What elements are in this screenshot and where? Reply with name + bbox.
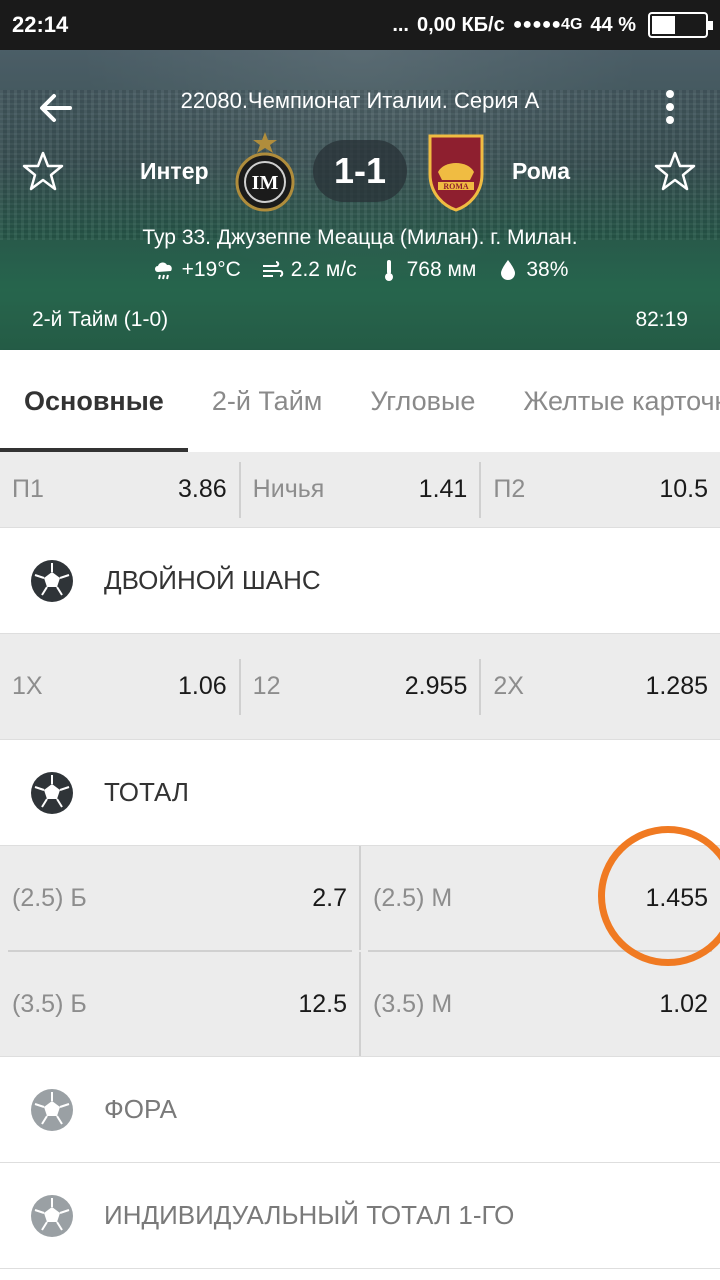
inter-logo: IM [233, 132, 297, 212]
status-dots: ... [392, 13, 409, 36]
humidity-value: 38% [526, 258, 569, 281]
section-title: ДВОЙНОЙ ШАНС [104, 565, 321, 595]
favorite-home-button[interactable] [22, 150, 64, 192]
odds-button-under-3-5[interactable]: (3.5) М 1.02 [359, 952, 720, 1056]
status-time: 22:14 [12, 12, 69, 37]
odds-label: Ничья [252, 475, 325, 503]
section-total[interactable]: ТОТАЛ [0, 740, 720, 846]
tab-yellow-cards[interactable]: Желтые карточки [499, 350, 720, 452]
odds-button-over-2-5[interactable]: (2.5) Б 2.7 [0, 846, 359, 950]
odds-button-under-2-5[interactable]: (2.5) М 1.455 [359, 846, 720, 950]
humidity-item: 38% [496, 258, 568, 282]
odds-button-12[interactable]: 12 2.955 [238, 658, 480, 715]
water-drop-icon [501, 260, 516, 280]
total-row-3-5: (3.5) Б 12.5 (3.5) М 1.02 [0, 952, 720, 1056]
odds-label: 1X [12, 672, 43, 700]
match-score: 1-1 [313, 140, 407, 202]
soccer-ball-icon [31, 771, 73, 814]
arrow-left-icon [40, 94, 72, 122]
odds-label: П2 [493, 475, 526, 503]
temperature-item: +19°C [152, 258, 241, 282]
markets-list: П1 3.86 Ничья 1.41 П2 10.5 ДВОЙНОЙ ШАНС … [0, 452, 720, 1269]
odds-label: (3.5) М [373, 989, 453, 1018]
match-header: 22080.Чемпионат Италии. Серия А Интер IM… [0, 50, 720, 350]
odds-button-over-3-5[interactable]: (3.5) Б 12.5 [0, 952, 359, 1056]
soccer-ball-icon [31, 1194, 73, 1237]
roma-logo: ROMA [424, 132, 488, 212]
market-tabs: Основные 2-й Тайм Угловые Желтые карточк… [0, 350, 720, 452]
odds-button-p1[interactable]: П1 3.86 [0, 462, 239, 518]
temperature-value: +19°C [181, 258, 241, 281]
status-bar: 22:14 ... 0,00 КБ/с ●●●●●4G 44 % [0, 0, 720, 50]
odds-value: 10.5 [659, 475, 709, 503]
more-menu-button[interactable] [658, 86, 682, 128]
odds-label: (2.5) М [373, 883, 453, 912]
venue-info: Тур 33. Джузеппе Меацца (Милан). г. Мила… [142, 226, 578, 249]
match-clock: 82:19 [635, 308, 688, 331]
battery-fill [652, 16, 675, 34]
star-outline-icon [654, 151, 696, 191]
odds-label: 2X [493, 672, 524, 700]
odds-value: 2.7 [312, 883, 347, 912]
odds-label: 12 [252, 672, 281, 700]
match-half: 2-й Тайм (1-0) [32, 308, 169, 331]
more-vert-icon [666, 90, 674, 98]
svg-text:ROMA: ROMA [443, 182, 469, 191]
tab-second-half[interactable]: 2-й Тайм [188, 350, 347, 452]
odds-value: 1.02 [659, 989, 708, 1018]
section-title: ФОРА [104, 1094, 177, 1124]
weather-info: +19°C 2.2 м/с 768 мм 38% [0, 258, 720, 282]
back-button[interactable] [36, 88, 76, 128]
main-odds-row: П1 3.86 Ничья 1.41 П2 10.5 [0, 452, 720, 528]
favorite-away-button[interactable] [654, 150, 696, 192]
odds-label: П1 [12, 475, 44, 503]
tab-corners[interactable]: Угловые [346, 350, 499, 452]
odds-value: 1.455 [645, 883, 708, 912]
home-team-name: Интер [140, 158, 209, 184]
odds-value: 12.5 [298, 989, 347, 1018]
odds-value: 1.06 [178, 672, 227, 700]
odds-value: 3.86 [178, 475, 227, 503]
section-double-chance[interactable]: ДВОЙНОЙ ШАНС [0, 528, 720, 634]
pressure-item: 768 мм [377, 258, 477, 282]
odds-label: (2.5) Б [12, 883, 87, 912]
odds-value: 1.41 [418, 475, 468, 503]
total-odds-block: (2.5) Б 2.7 (2.5) М 1.455 (3.5) Б 12.5 (… [0, 846, 720, 1057]
total-row-2-5: (2.5) Б 2.7 (2.5) М 1.455 [0, 846, 720, 950]
odds-button-2x[interactable]: 2X 1.285 [479, 658, 720, 715]
section-title: ТОТАЛ [104, 777, 189, 807]
pressure-value: 768 мм [406, 258, 477, 281]
soccer-ball-icon [31, 559, 73, 602]
network-speed: 0,00 КБ/с [416, 13, 505, 36]
away-team-name: Рома [512, 158, 571, 184]
soccer-ball-icon [31, 1088, 73, 1131]
star-outline-icon [22, 151, 64, 191]
wind-value: 2.2 м/с [290, 258, 357, 281]
odds-button-1x[interactable]: 1X 1.06 [0, 659, 239, 715]
section-individual-total[interactable]: ИНДИВИДУАЛЬНЫЙ ТОТАЛ 1-ГО [0, 1163, 720, 1269]
battery-icon [648, 12, 713, 38]
wind-icon [262, 261, 284, 277]
battery-percent: 44 % [590, 13, 636, 36]
odds-value: 1.285 [645, 672, 709, 700]
league-title: 22080.Чемпионат Италии. Серия А [180, 88, 540, 113]
odds-button-p2[interactable]: П2 10.5 [479, 461, 720, 518]
wind-item: 2.2 м/с [261, 258, 357, 282]
cloud-rain-icon [154, 262, 172, 280]
odds-button-draw[interactable]: Ничья 1.41 [238, 461, 480, 518]
double-chance-odds-row: 1X 1.06 12 2.955 2X 1.285 [0, 634, 720, 740]
odds-value: 2.955 [404, 672, 468, 700]
svg-text:IM: IM [252, 172, 279, 194]
signal-indicator: ●●●●●4G [512, 16, 583, 33]
section-handicap[interactable]: ФОРА [0, 1057, 720, 1163]
odds-label: (3.5) Б [12, 989, 87, 1018]
thermometer-icon [384, 260, 393, 281]
tab-main[interactable]: Основные [0, 350, 188, 452]
section-title: ИНДИВИДУАЛЬНЫЙ ТОТАЛ 1-ГО [104, 1200, 515, 1230]
status-right: ... 0,00 КБ/с ●●●●●4G 44 % [392, 12, 713, 38]
